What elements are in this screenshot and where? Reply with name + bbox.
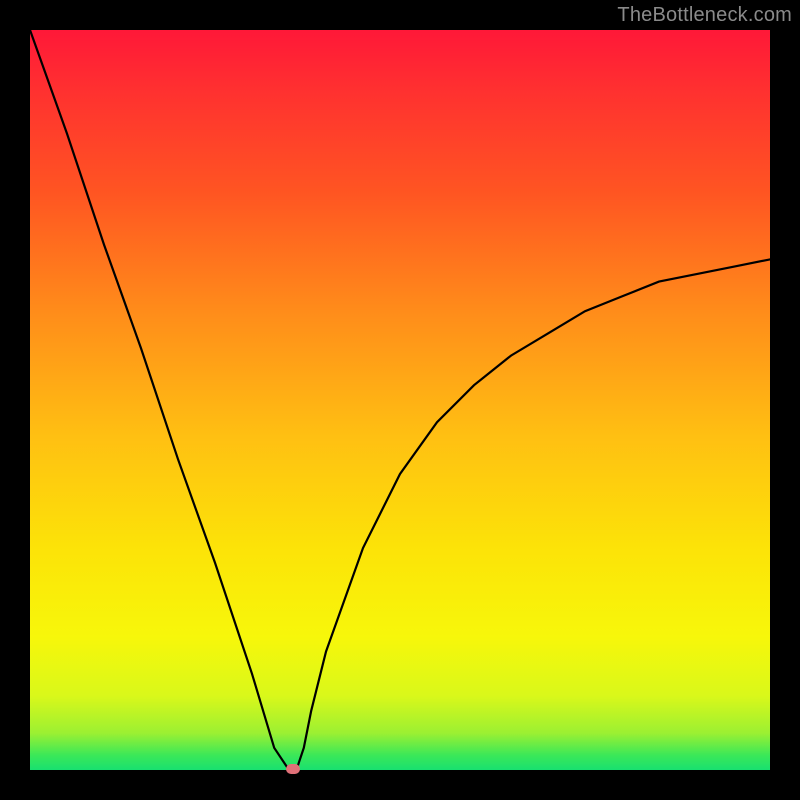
plot-area [30,30,770,770]
minimum-marker [286,764,300,774]
chart-frame: TheBottleneck.com [0,0,800,800]
bottleneck-curve [30,30,770,770]
watermark-text: TheBottleneck.com [617,4,792,27]
